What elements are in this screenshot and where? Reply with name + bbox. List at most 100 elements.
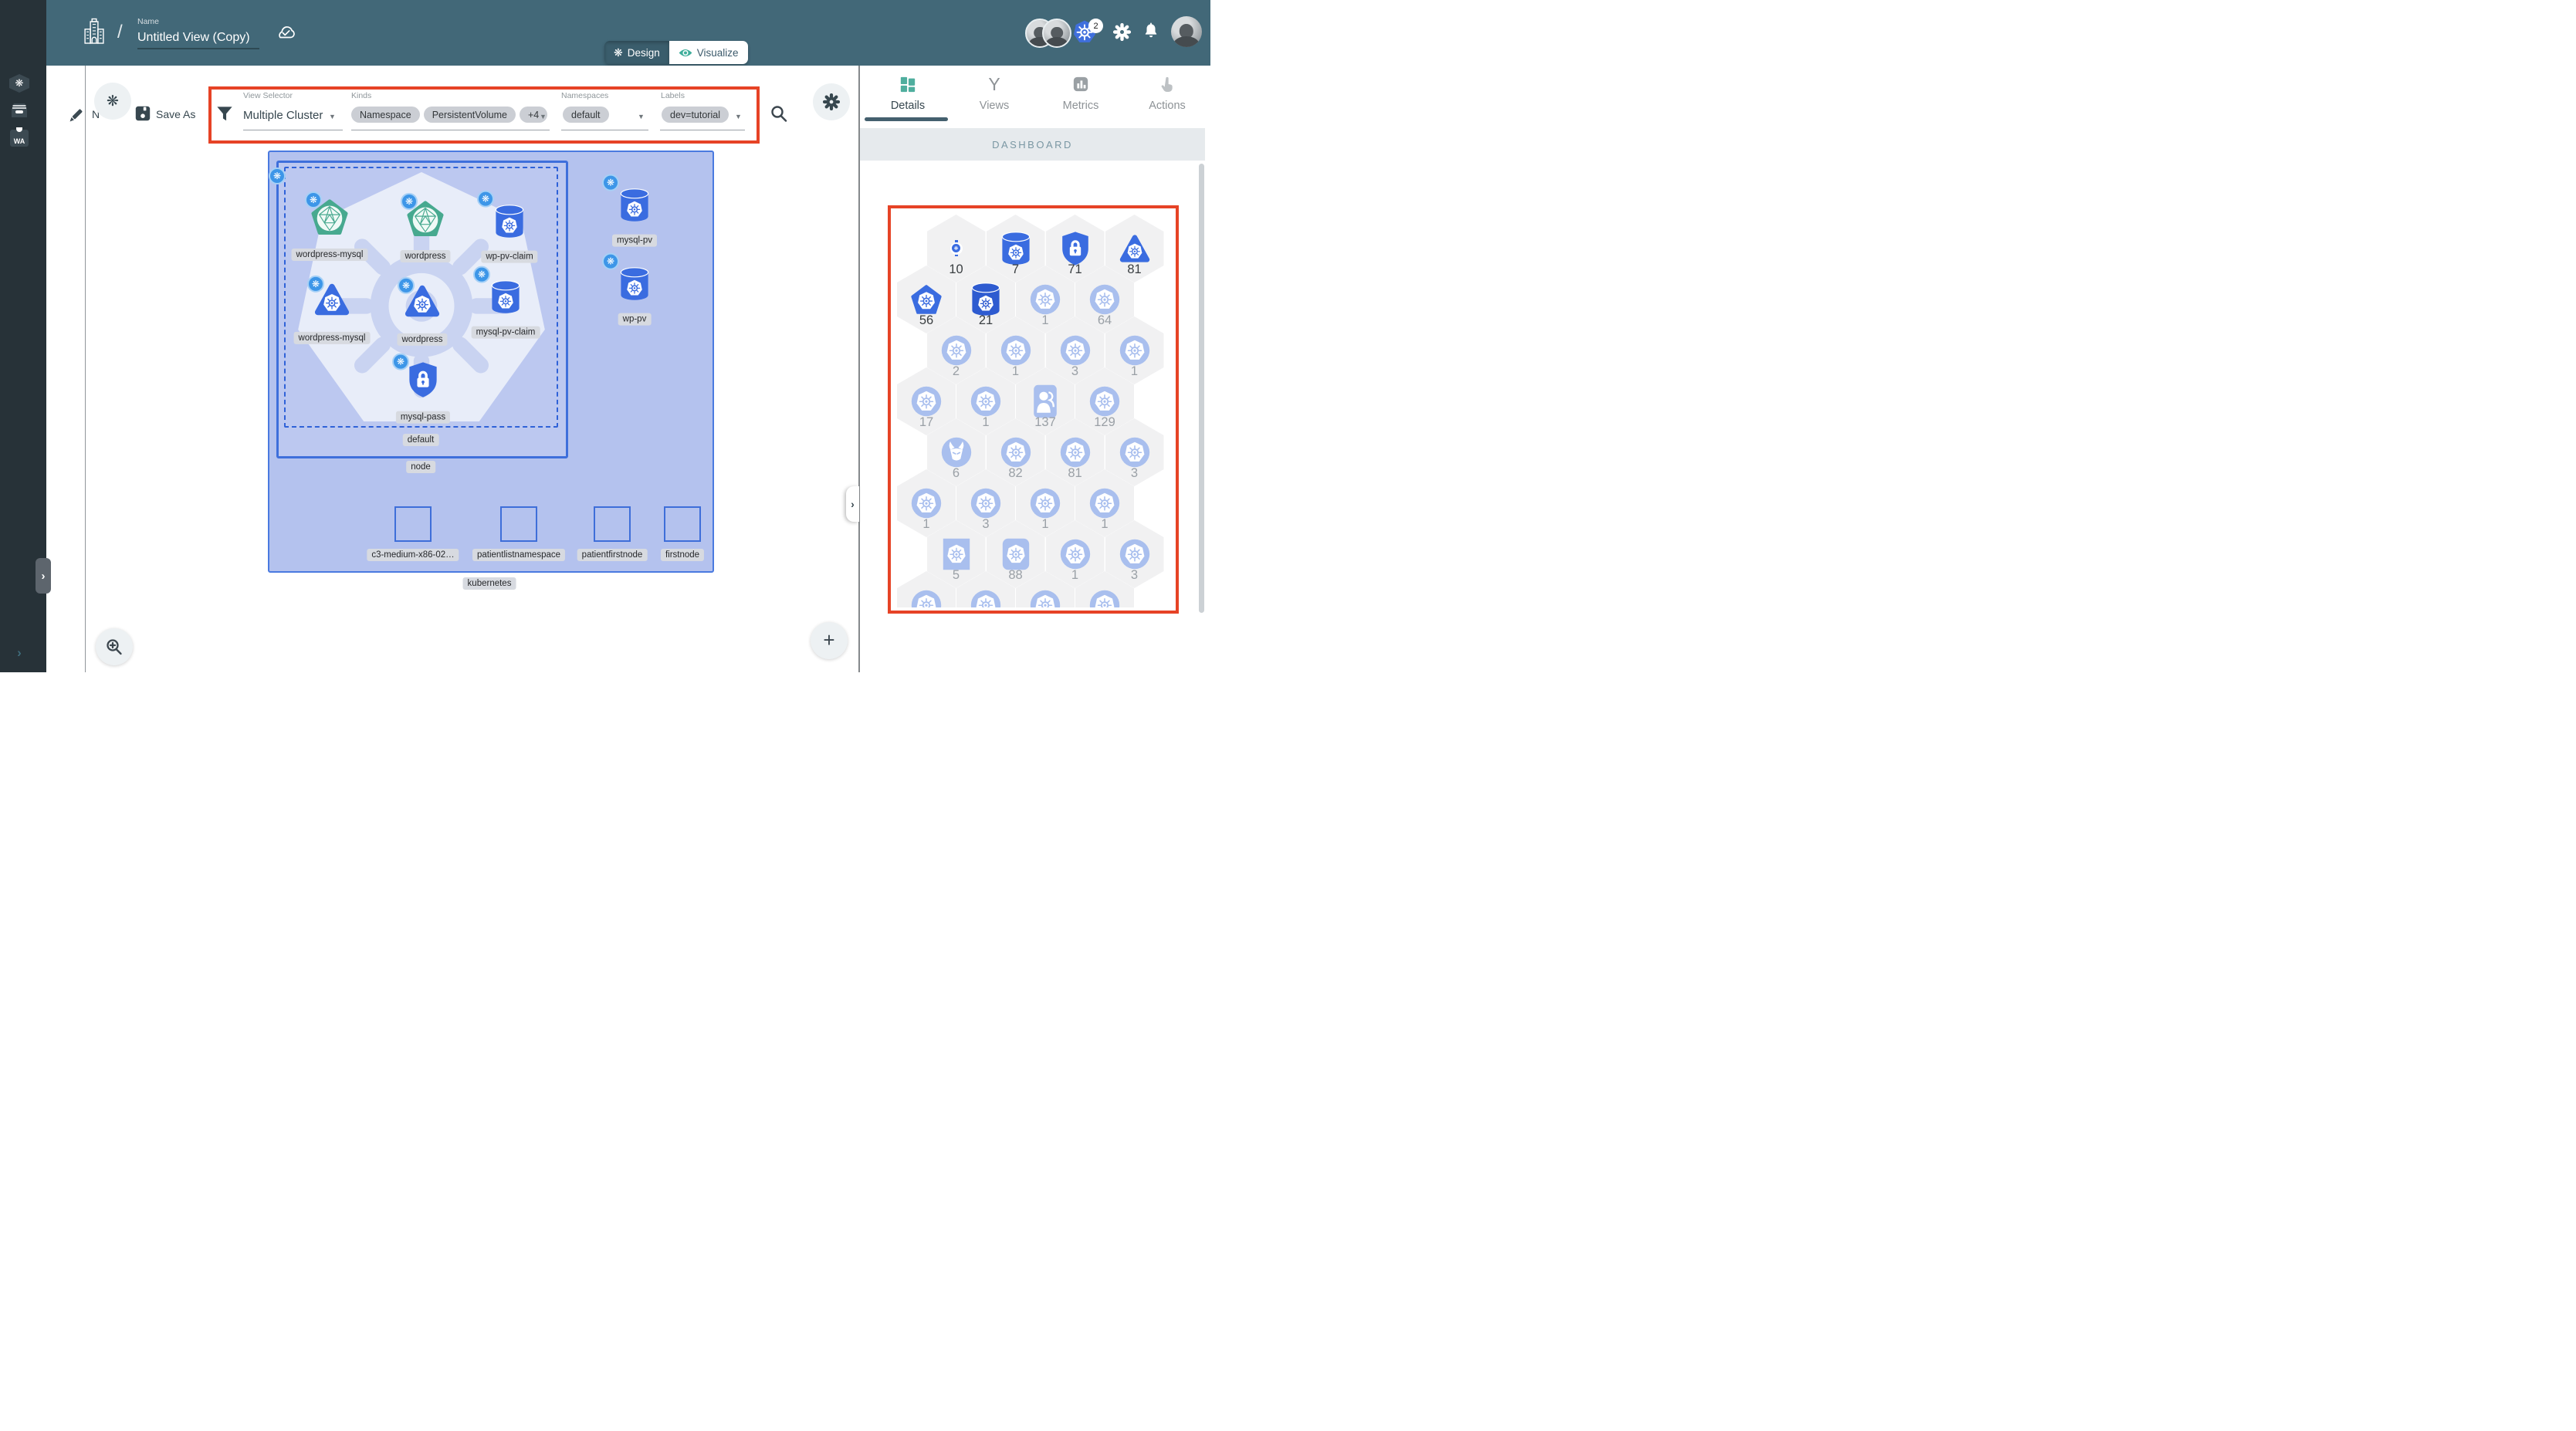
cylinder-icon: [619, 267, 650, 302]
canvas-node-label: wordpress-mysql: [293, 331, 371, 344]
grid-tab-icon: [899, 75, 916, 93]
user-avatar[interactable]: [1171, 16, 1202, 47]
design-label: Design: [627, 46, 660, 59]
labels-chips: dev=tutorial: [662, 107, 733, 123]
rounded-square-icon: [1002, 538, 1030, 570]
save-as-icon[interactable]: [135, 106, 151, 125]
circle-icon: [970, 488, 1001, 519]
circle-icon: [1060, 437, 1091, 468]
canvas-node[interactable]: ❋ wordpress-mysql: [291, 191, 368, 261]
tab-metrics[interactable]: Metrics: [1038, 66, 1124, 129]
pinwheel-badge-icon: ❋: [398, 276, 415, 294]
tab-views[interactable]: Y Views: [951, 66, 1038, 129]
empty-node-square[interactable]: [500, 506, 537, 542]
filter-funnel-icon: [216, 105, 233, 127]
pentagon-icon: [911, 285, 942, 315]
details-panel: Details Y Views Metrics Actions DASHBOARD ❋ 1…: [860, 66, 1210, 672]
canvas-node-label: mysql-pv: [611, 234, 658, 247]
collaborator-avatar[interactable]: [1042, 19, 1071, 48]
empty-node-square[interactable]: [594, 506, 631, 542]
canvas-node[interactable]: ❋ mysql-pv-claim: [471, 266, 540, 339]
visualize-label: Visualize: [696, 46, 739, 59]
view-selector-caret[interactable]: ▼: [329, 113, 336, 120]
organization-icon[interactable]: [83, 17, 105, 52]
edit-pencil-icon[interactable]: [68, 107, 85, 127]
tab-label: Details: [890, 100, 926, 112]
namespaces-caret[interactable]: ▼: [638, 113, 645, 120]
triangle-icon: [1119, 235, 1150, 263]
hand-tab-icon: [1159, 75, 1175, 93]
panel-collapse-chevron[interactable]: ›: [846, 486, 859, 522]
save-as-label[interactable]: Save As: [156, 108, 195, 120]
dashed-square-icon: ❋: [949, 240, 963, 256]
tab-label: Actions: [1149, 100, 1186, 112]
canvas-node[interactable]: ❋ wordpress-mysql: [293, 275, 371, 344]
canvas-node[interactable]: ❋ mysql-pv: [602, 174, 658, 247]
cylinder-icon: [490, 280, 521, 315]
pinwheel-badge-icon: ❋: [401, 192, 418, 210]
circle-icon: [970, 386, 1001, 417]
cloud-saved-icon: [275, 23, 296, 45]
node-label: node: [406, 461, 435, 473]
labels-caret[interactable]: ▼: [735, 113, 742, 120]
empty-node-square[interactable]: [394, 506, 432, 542]
shield-icon: [1060, 231, 1091, 266]
pinwheel-badge-icon: ❋: [307, 275, 324, 293]
label-chip[interactable]: dev=tutorial: [662, 107, 729, 123]
circle-icon: [1119, 539, 1150, 570]
circle-icon: [1119, 335, 1150, 366]
eye-icon: [679, 48, 692, 58]
rail-expand-chevron[interactable]: ›: [0, 645, 39, 661]
panel-scrollbar[interactable]: [1199, 161, 1205, 672]
canvas-node-label: wordpress: [400, 249, 451, 262]
name-input[interactable]: Untitled View (Copy): [137, 31, 250, 45]
canvas-node[interactable]: ❋ wp-pv: [602, 252, 652, 326]
kubernetes-pinwheel-icon[interactable]: ❋: [0, 74, 39, 93]
scrollbar-thumb[interactable]: [1199, 164, 1204, 613]
canvas-node[interactable]: ❋ wordpress: [397, 276, 448, 346]
kinds-chips: Namespace PersistentVolume +4: [351, 107, 551, 123]
wasm-filter-icon[interactable]: WA: [0, 130, 39, 147]
view-selector-value[interactable]: Multiple Cluster: [243, 109, 323, 122]
canvas-node[interactable]: ❋ wordpress: [400, 192, 451, 262]
tab-visualize[interactable]: Visualize: [669, 41, 748, 64]
canvas-node-label: patientfirstnode: [577, 549, 648, 561]
dashboard-title: DASHBOARD: [992, 138, 1073, 151]
node-corner-pinwheel-badge: ❋: [269, 167, 286, 184]
circle-icon: [1089, 488, 1120, 519]
pinwheel-badge-icon: ❋: [602, 252, 619, 270]
dashboard-section-header: DASHBOARD: [860, 128, 1205, 161]
kind-chip[interactable]: PersistentVolume: [423, 107, 516, 123]
zoom-in-button[interactable]: [96, 628, 133, 665]
kinds-caret[interactable]: ▼: [540, 113, 547, 120]
canvas-node-label: c3-medium-x86-02…: [367, 549, 459, 561]
zoom-in-icon: [107, 639, 122, 655]
circle-icon: [1089, 590, 1120, 607]
namespace-chip[interactable]: default: [563, 107, 609, 123]
canvas-node[interactable]: ❋ wp-pv-claim: [477, 190, 538, 263]
square-icon: [943, 538, 970, 570]
notifications-bell-icon[interactable]: [1142, 22, 1159, 45]
cluster-flower-button[interactable]: ❋: [94, 83, 131, 120]
empty-node-square[interactable]: [664, 506, 701, 542]
sidebar-expand-chevron[interactable]: ›: [36, 558, 51, 594]
archive-drawer-icon[interactable]: [0, 101, 39, 120]
add-node-button[interactable]: +: [811, 622, 848, 659]
settings-gear-icon[interactable]: [1112, 22, 1132, 45]
search-icon[interactable]: [770, 104, 788, 127]
mode-toggle: ❋ Design Visualize: [604, 41, 748, 64]
cluster-label: kubernetes: [462, 577, 516, 590]
bars-tab-icon: [1072, 75, 1089, 93]
design-pinwheel-icon: ❋: [614, 46, 623, 59]
canvas-node-label: patientlistnamespace: [472, 549, 566, 561]
view-selector-label: View Selector: [243, 91, 293, 100]
tab-actions[interactable]: Actions: [1124, 66, 1210, 129]
kind-chip[interactable]: Namespace: [351, 107, 420, 123]
canvas-settings-button[interactable]: [813, 83, 850, 120]
y-tab-icon: Y: [988, 74, 1000, 94]
circle-icon: [1089, 284, 1120, 315]
circle-icon: [1089, 386, 1120, 417]
tab-design[interactable]: ❋ Design: [604, 41, 669, 64]
tab-label: Views: [979, 100, 1010, 112]
canvas-node[interactable]: ❋ mysql-pass: [392, 353, 451, 424]
